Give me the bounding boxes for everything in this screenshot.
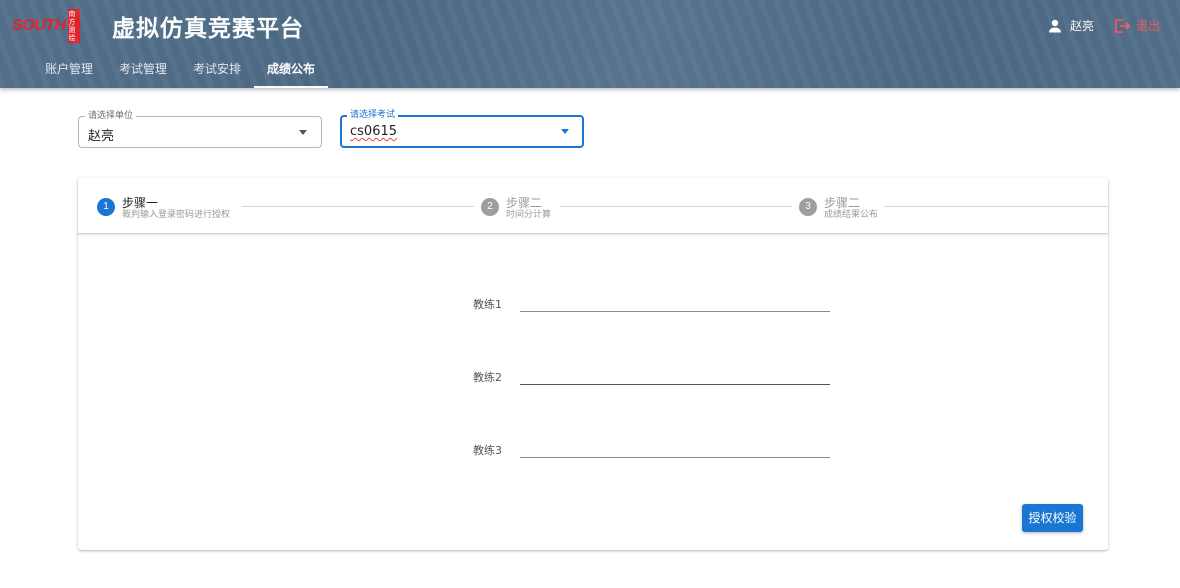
step-connector	[242, 206, 474, 207]
exam-select[interactable]: 请选择考试 cs0615	[340, 109, 584, 148]
coach-3-password-input[interactable]	[520, 438, 830, 458]
step-2-number: 2	[481, 198, 499, 216]
coach-1-row: 教练1	[473, 292, 830, 312]
nav-account-management[interactable]: 账户管理	[32, 52, 106, 88]
step-connector	[884, 206, 1108, 207]
exam-select-label: 请选择考试	[347, 109, 399, 121]
chevron-down-icon	[299, 130, 307, 135]
step-connector	[560, 206, 792, 207]
coach-1-password-input[interactable]	[520, 292, 830, 312]
step-1-subtitle: 裁判输入登录密码进行授权	[122, 210, 231, 220]
step-3[interactable]: 3 步骤二 成绩结果公布	[799, 196, 878, 221]
logout-icon	[1115, 18, 1130, 33]
step-2-title: 步骤二	[506, 196, 543, 210]
logo-badge: 南方测绘	[67, 9, 80, 43]
step-3-title: 步骤二	[824, 196, 861, 210]
app-title: 虚拟仿真竞赛平台	[112, 16, 304, 42]
unit-select[interactable]: 请选择单位 赵亮	[78, 110, 322, 148]
coach-1-label: 教练1	[473, 298, 502, 311]
nav-exam-schedule[interactable]: 考试安排	[180, 52, 254, 88]
main-nav: 账户管理 考试管理 考试安排 成绩公布	[32, 52, 329, 88]
unit-select-label: 请选择单位	[85, 110, 137, 122]
coach-2-password-input[interactable]	[520, 365, 830, 385]
step-2-subtitle: 时间分计算	[506, 210, 552, 220]
coach-3-label: 教练3	[473, 444, 502, 457]
unit-select-value: 赵亮	[88, 129, 115, 144]
nav-score-publish[interactable]: 成绩公布	[254, 52, 329, 88]
logout-label: 退出	[1136, 19, 1161, 33]
step-1-number: 1	[97, 198, 115, 216]
step-1-title: 步骤一	[122, 196, 159, 210]
step-1[interactable]: 1 步骤一 裁判输入登录密码进行授权	[97, 196, 230, 221]
authorize-verify-button[interactable]: 授权校验	[1022, 504, 1083, 532]
score-publish-card: 1 步骤一 裁判输入登录密码进行授权 2 步骤二 时间分计算 3 步骤二 成绩结…	[78, 178, 1108, 550]
app-header: SOUTH 南方测绘 虚拟仿真竞赛平台 账户管理 考试管理 考试安排 成绩公布 …	[0, 0, 1180, 88]
user-menu[interactable]: 赵亮	[1048, 17, 1094, 34]
user-name: 赵亮	[1070, 19, 1095, 33]
south-logo: SOUTH 南方测绘	[12, 9, 80, 43]
stepper: 1 步骤一 裁判输入登录密码进行授权 2 步骤二 时间分计算 3 步骤二 成绩结…	[78, 178, 1108, 234]
coach-2-label: 教练2	[473, 371, 502, 384]
step-3-number: 3	[799, 198, 817, 216]
exam-select-value: cs0615	[350, 124, 398, 139]
logout-button[interactable]: 退出	[1114, 17, 1160, 34]
coach-3-row: 教练3	[473, 438, 830, 458]
logo-text: SOUTH	[12, 17, 66, 34]
step-2[interactable]: 2 步骤二 时间分计算	[481, 196, 551, 221]
coach-2-row: 教练2	[473, 365, 830, 385]
chevron-down-icon	[561, 129, 569, 134]
user-icon	[1049, 19, 1061, 32]
step-3-subtitle: 成绩结果公布	[824, 210, 879, 220]
nav-exam-management[interactable]: 考试管理	[106, 52, 180, 88]
